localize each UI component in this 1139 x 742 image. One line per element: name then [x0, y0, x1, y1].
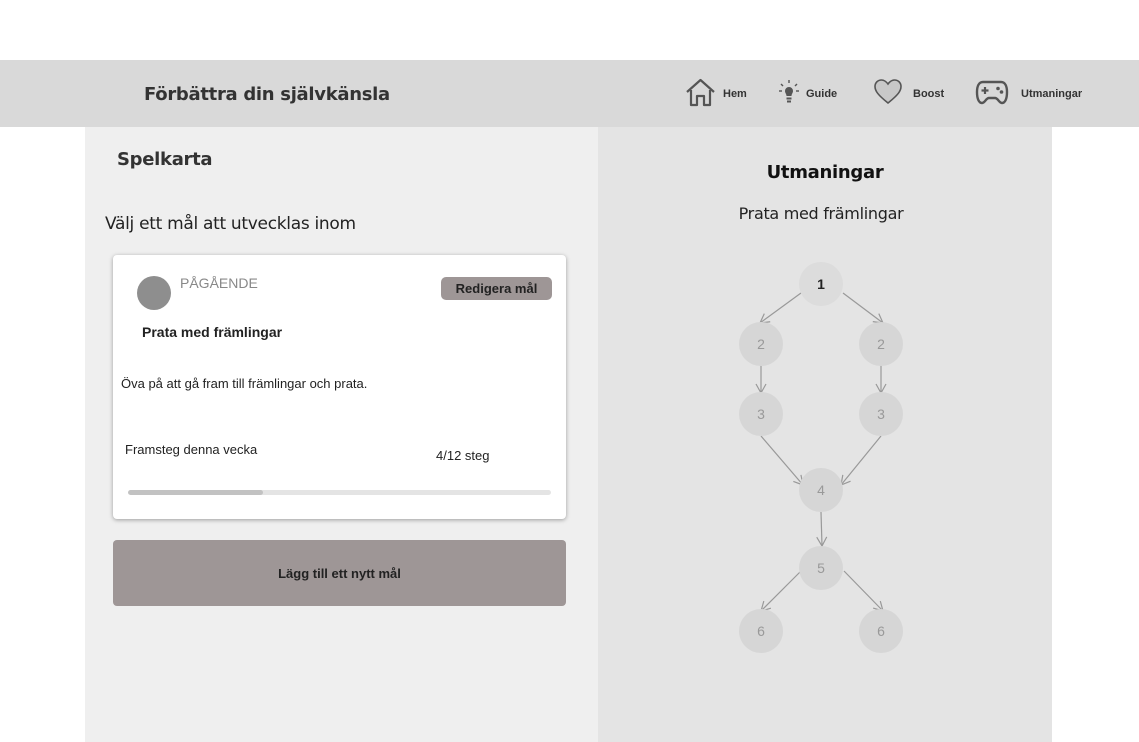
map-node[interactable]: 4 — [799, 468, 843, 512]
svg-text:2: 2 — [877, 336, 885, 352]
progress-label: Framsteg denna vecka — [125, 442, 258, 457]
nav-label-boost: Boost — [913, 88, 945, 100]
svg-text:4: 4 — [817, 482, 825, 498]
nav-label-guide: Guide — [806, 88, 838, 100]
map-node[interactable]: 3 — [859, 392, 903, 436]
gamepad-icon — [975, 79, 1009, 110]
nav-item-utmaningar[interactable]: Utmaningar — [975, 80, 1082, 108]
app-title: Förbättra din självkänsla — [144, 84, 390, 105]
goal-card[interactable]: PÅGÅENDE Redigera mål Prata med främling… — [113, 255, 566, 519]
avatar — [137, 276, 171, 310]
path-arrow — [759, 292, 802, 324]
nav-label-hem: Hem — [723, 88, 747, 100]
section-title: Spelkarta — [117, 149, 213, 170]
svg-text:1: 1 — [817, 276, 825, 292]
edit-goal-button[interactable]: Redigera mål — [441, 277, 552, 300]
path-arrow — [842, 292, 884, 324]
path-arrow — [840, 435, 882, 486]
path-arrow — [843, 570, 884, 612]
lightbulb-icon — [778, 79, 800, 110]
goal-description: Öva på att gå fram till främlingar och p… — [121, 376, 368, 391]
map-node[interactable]: 2 — [739, 322, 783, 366]
nav-item-hem[interactable]: Hem — [684, 78, 747, 108]
nav-item-boost[interactable]: Boost — [873, 78, 945, 111]
nav-label-utmaningar: Utmaningar — [1021, 88, 1083, 100]
goal-name: Prata med främlingar — [142, 324, 283, 340]
nav-item-guide[interactable]: Guide — [778, 79, 838, 110]
heart-icon — [873, 78, 903, 111]
path-arrow — [816, 511, 828, 548]
status-badge: PÅGÅENDE — [180, 275, 258, 291]
challenges-panel: Utmaningar Prata med främlingar 1 2 2 3 … — [598, 127, 1052, 742]
svg-text:3: 3 — [877, 406, 885, 422]
map-node[interactable]: 2 — [859, 322, 903, 366]
top-navigation-bar: Förbättra din självkänsla Hem Guide Boos… — [0, 60, 1139, 127]
add-goal-button[interactable]: Lägg till ett nytt mål — [113, 540, 566, 606]
svg-text:6: 6 — [877, 623, 885, 639]
progress-bar — [128, 490, 551, 495]
map-node[interactable]: 6 — [739, 609, 783, 653]
svg-text:3: 3 — [757, 406, 765, 422]
svg-text:5: 5 — [817, 560, 825, 576]
challenge-map: 1 2 2 3 3 4 5 6 6 — [739, 262, 903, 653]
svg-text:2: 2 — [757, 336, 765, 352]
map-node[interactable]: 1 — [799, 262, 843, 306]
svg-text:6: 6 — [757, 623, 765, 639]
progress-count: 4/12 steg — [436, 448, 490, 463]
map-node[interactable]: 6 — [859, 609, 903, 653]
path-arrow — [760, 570, 802, 612]
game-map-panel: Spelkarta Välj ett mål att utvecklas ino… — [85, 127, 598, 742]
progress-bar-fill — [128, 490, 264, 495]
map-node[interactable]: 3 — [739, 392, 783, 436]
map-node[interactable]: 5 — [799, 546, 843, 590]
home-icon — [684, 77, 717, 112]
goal-prompt: Välj ett mål att utvecklas inom — [105, 214, 356, 234]
path-arrow — [760, 435, 804, 486]
